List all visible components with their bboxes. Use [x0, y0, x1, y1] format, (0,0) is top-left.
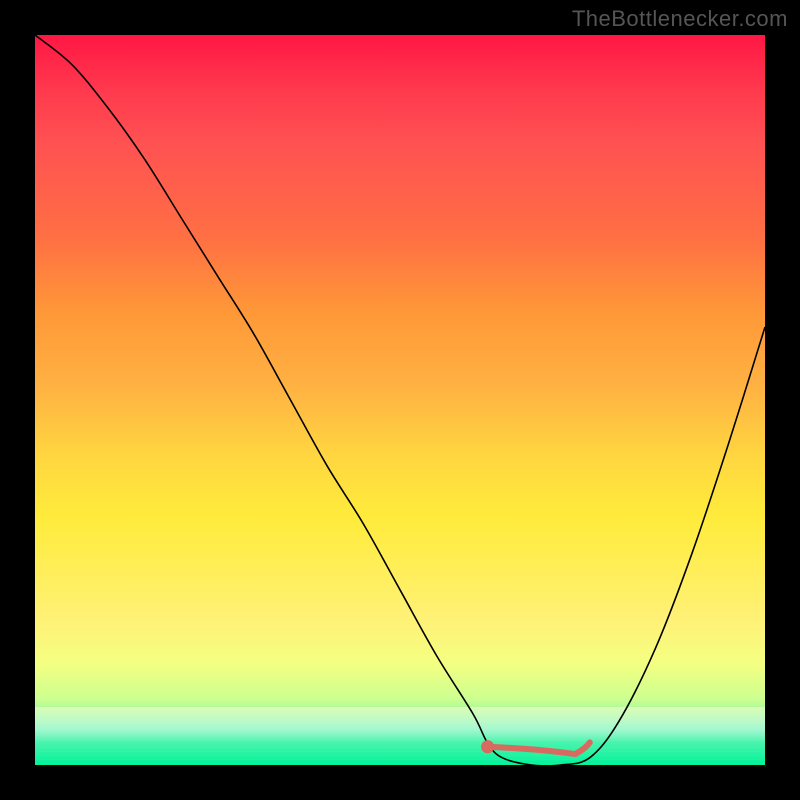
bottleneck-curve-path	[35, 35, 765, 765]
chart-area	[35, 35, 765, 765]
chart-svg	[35, 35, 765, 765]
watermark-text: TheBottlenecker.com	[572, 6, 788, 32]
marker-segment-path	[488, 742, 590, 754]
